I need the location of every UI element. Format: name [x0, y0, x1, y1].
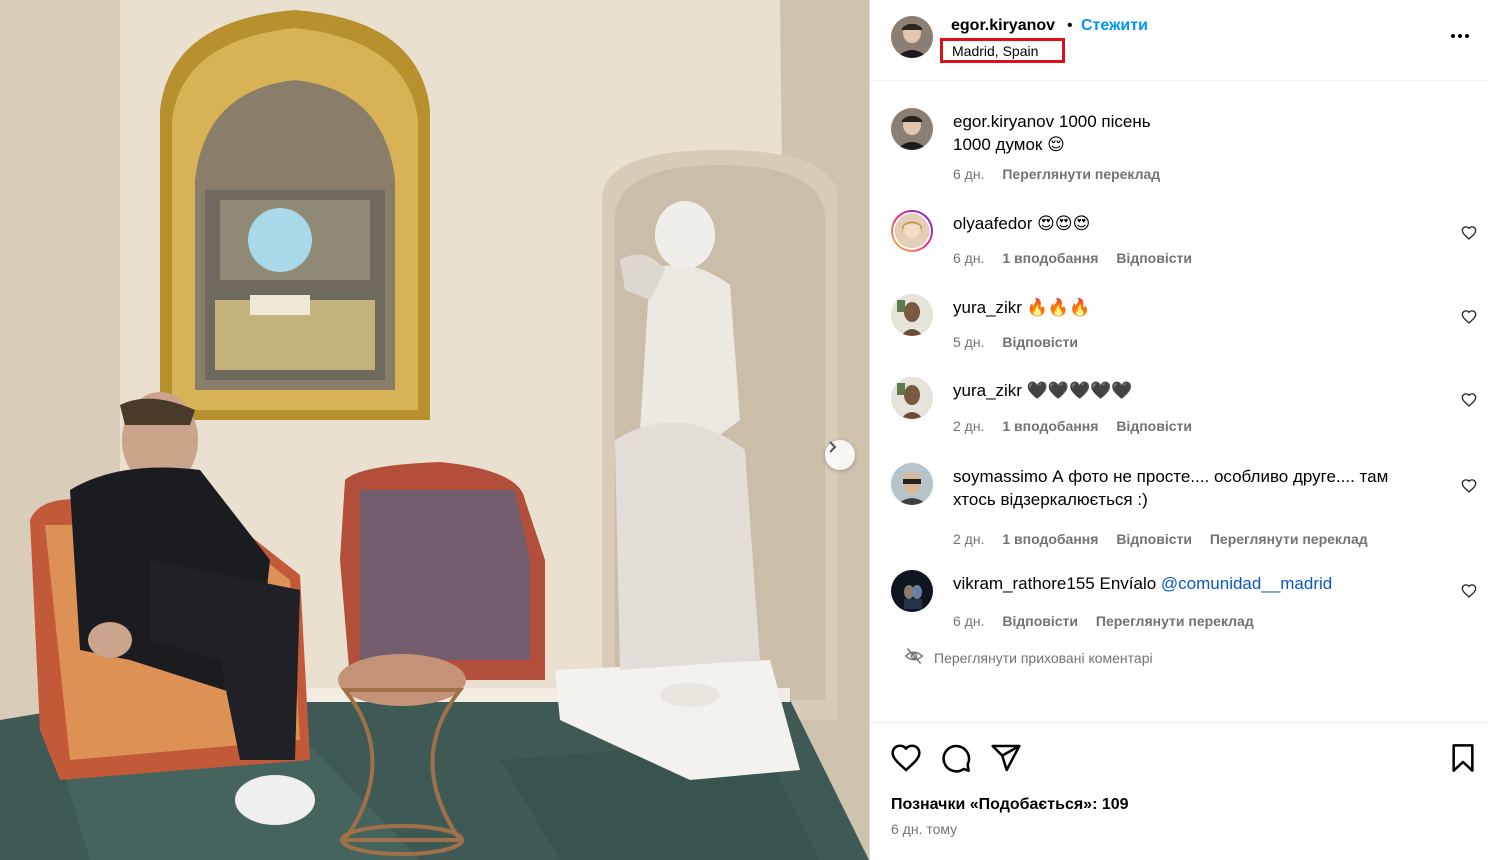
heart-icon[interactable] — [1461, 225, 1477, 241]
heart-icon[interactable] — [1461, 309, 1477, 325]
reply-button[interactable]: Відповісти — [1116, 250, 1192, 266]
comments-list[interactable]: egor.kiryanov 1000 пісень 1000 думок 😌 6… — [870, 81, 1488, 721]
bookmark-icon[interactable] — [1447, 742, 1479, 774]
comment-time[interactable]: 2 дн. — [953, 418, 984, 434]
caption-line-1: 1000 пісень — [1058, 112, 1151, 131]
comment-content: 🖤🖤🖤🖤🖤 — [1026, 381, 1133, 400]
commenter-avatar[interactable] — [891, 463, 933, 505]
caption-text: egor.kiryanov 1000 пісень 1000 думок 😌 — [953, 110, 1423, 156]
heart-icon[interactable] — [1461, 583, 1477, 599]
location-link[interactable]: Madrid, Spain — [940, 38, 1065, 63]
caption-time[interactable]: 6 дн. — [953, 166, 984, 182]
share-icon[interactable] — [990, 742, 1022, 774]
comment-username[interactable]: soymassimo — [953, 467, 1047, 486]
commenter-avatar[interactable] — [891, 570, 933, 612]
commenter-avatar[interactable] — [891, 210, 933, 252]
caption-username[interactable]: egor.kiryanov — [953, 112, 1054, 131]
more-horizontal-icon[interactable] — [1448, 24, 1472, 48]
comment-likes[interactable]: 1 вподобання — [1002, 418, 1098, 434]
comment-icon[interactable] — [940, 742, 972, 774]
reply-button[interactable]: Відповісти — [1002, 613, 1078, 629]
comment-content: Envíalo — [1099, 574, 1157, 593]
reply-button[interactable]: Відповісти — [1116, 531, 1192, 547]
caption-meta: 6 дн. Переглянути переклад — [953, 166, 1174, 182]
comment-meta: 6 дн. 1 вподобання Відповісти — [953, 250, 1206, 266]
comment-text: olyaafedor 😍😍😍 — [953, 212, 1423, 235]
author-avatar[interactable] — [891, 16, 933, 58]
photo-illustration — [0, 0, 869, 860]
comment-username[interactable]: vikram_rathore155 — [953, 574, 1095, 593]
post-photo[interactable] — [0, 0, 869, 860]
comment-time[interactable]: 5 дн. — [953, 334, 984, 350]
caption-line-2: 1000 думок 😌 — [953, 135, 1065, 154]
comment-meta: 2 дн. 1 вподобання Відповісти Переглянут… — [953, 531, 1382, 547]
post-header: egor.kiryanov • Стежити Madrid, Spain — [870, 0, 1488, 81]
likes-count[interactable]: Позначки «Подобається»: 109 — [891, 796, 1129, 814]
comment-username[interactable]: yura_zikr — [953, 381, 1022, 400]
follow-button[interactable]: Стежити — [1081, 17, 1148, 35]
comment-time[interactable]: 6 дн. — [953, 250, 984, 266]
comment-text: yura_zikr 🖤🖤🖤🖤🖤 — [953, 379, 1423, 402]
comment-meta: 6 дн. Відповісти Переглянути переклад — [953, 613, 1268, 629]
comment-text: yura_zikr 🔥🔥🔥 — [953, 296, 1423, 319]
comment-meta: 2 дн. 1 вподобання Відповісти — [953, 418, 1206, 434]
comment-username[interactable]: olyaafedor — [953, 214, 1032, 233]
reply-button[interactable]: Відповісти — [1002, 334, 1078, 350]
comment-time[interactable]: 2 дн. — [953, 531, 984, 547]
comment-likes[interactable]: 1 вподобання — [1002, 250, 1098, 266]
comment-meta: 5 дн. Відповісти — [953, 334, 1092, 350]
comment-username[interactable]: yura_zikr — [953, 298, 1022, 317]
reply-button[interactable]: Відповісти — [1116, 418, 1192, 434]
heart-icon[interactable] — [1461, 392, 1477, 408]
author-username[interactable]: egor.kiryanov — [951, 17, 1055, 35]
comment-likes[interactable]: 1 вподобання — [1002, 531, 1098, 547]
comment-time[interactable]: 6 дн. — [953, 613, 984, 629]
carousel-next-button[interactable] — [825, 440, 855, 470]
hidden-comments-label: Переглянути приховані коментарі — [934, 649, 1153, 666]
comment-content: 😍😍😍 — [1037, 214, 1091, 233]
comment-content: 🔥🔥🔥 — [1026, 298, 1091, 317]
comment-text: soymassimo А фото не просте.... особливо… — [953, 465, 1423, 511]
translate-link[interactable]: Переглянути переклад — [1210, 531, 1368, 547]
caption-translate-link[interactable]: Переглянути переклад — [1002, 166, 1160, 182]
heart-icon[interactable] — [1461, 478, 1477, 494]
author-avatar[interactable] — [891, 108, 933, 150]
heart-icon[interactable] — [890, 742, 922, 774]
comment-text: vikram_rathore155 Envíalo @comunidad__ma… — [953, 572, 1423, 595]
separator-dot: • — [1067, 17, 1073, 34]
commenter-avatar[interactable] — [891, 377, 933, 419]
post-details-panel: egor.kiryanov • Стежити Madrid, Spain eg… — [869, 0, 1488, 860]
post-actions: Позначки «Подобається»: 109 6 дн. тому — [870, 722, 1488, 860]
commenter-avatar[interactable] — [891, 294, 933, 336]
eye-off-icon — [904, 646, 924, 669]
hidden-comments-link[interactable]: Переглянути приховані коментарі — [904, 646, 1153, 669]
post-time[interactable]: 6 дн. тому — [891, 821, 957, 837]
mention-link[interactable]: @comunidad__madrid — [1161, 574, 1332, 593]
translate-link[interactable]: Переглянути переклад — [1096, 613, 1254, 629]
